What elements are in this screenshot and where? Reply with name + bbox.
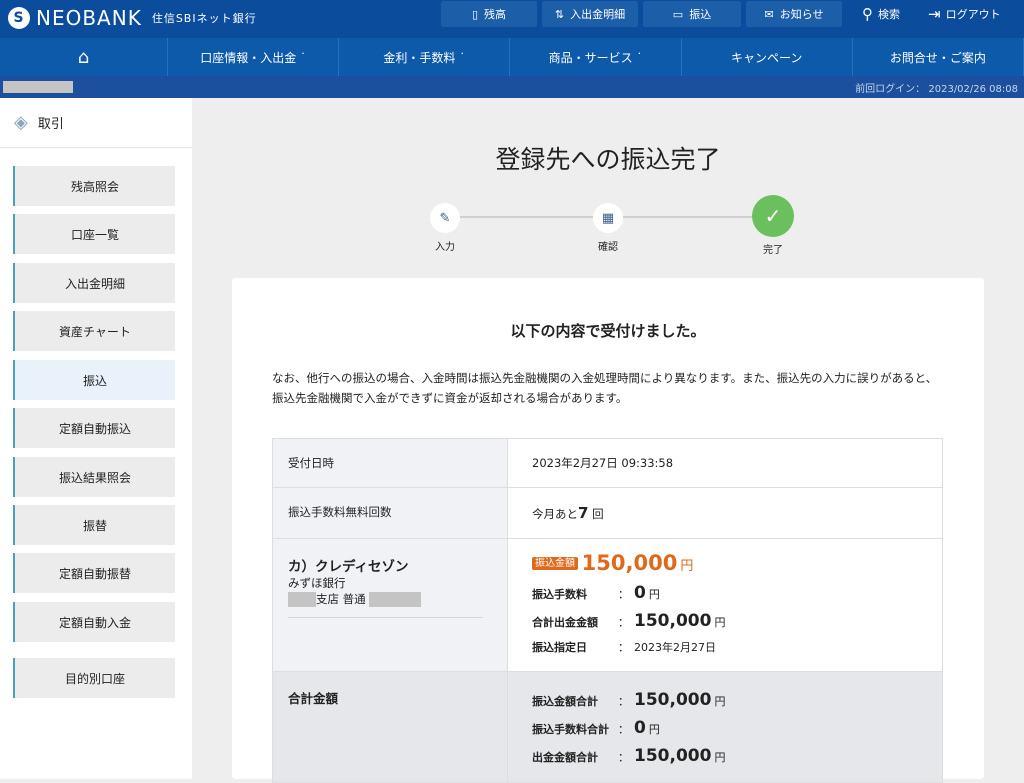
search-icon: ⚲ <box>862 5 873 23</box>
step-label: 確認 <box>598 242 618 253</box>
notice-text: なお、他行への振込の場合、入金時間は振込先金融機関の入金処理時間により異なります… <box>272 371 938 405</box>
notice-button[interactable]: ✉ お知らせ <box>746 1 842 27</box>
sidebar-item-internal[interactable]: 振替 <box>13 505 175 545</box>
statement-icon: ⇅ <box>554 7 565 21</box>
user-bar: 前回ログイン： 2023/02/26 08:08 <box>0 76 1024 98</box>
sum-label: 合計金額 <box>272 671 508 783</box>
check-icon: ✓ <box>752 195 794 237</box>
sum-info: 振込金額合計： 150,000 円 振込手数料合計： 0 円 出金金額合計： 150,00… <box>507 671 943 783</box>
phone-icon: ▯ <box>471 7 479 21</box>
date-label: 受付日時 <box>272 438 508 488</box>
logout-link[interactable]: ⇥ ログアウト <box>928 5 1001 23</box>
transfer-button[interactable]: ▭ 振込 <box>643 1 741 27</box>
sidebar-item-balance[interactable]: 残高照会 <box>13 166 175 206</box>
mail-icon: ✉ <box>764 7 774 21</box>
logo[interactable]: S NEOBANK 住信SBIネット銀行 <box>8 6 257 30</box>
nav-home[interactable]: ⌂ <box>0 38 168 76</box>
nav-contact[interactable]: お問合せ・ご案内 <box>853 38 1024 76</box>
step-label: 入力 <box>435 242 455 253</box>
transfer-details: 受付日時 2023年2月27日 09:33:58 振込手数料無料回数 今月あと7 回… <box>272 438 943 783</box>
payee-bank: みずほ銀行 <box>288 576 346 590</box>
amount-info: 振込金額 150,000 円 振込手数料： 0 円 合計出金金額： 150,000 円 振… <box>507 538 943 672</box>
home-icon: ⌂ <box>77 46 90 68</box>
sidebar-item-results[interactable]: 振込結果照会 <box>13 457 175 497</box>
last-login: 前回ログイン： 2023/02/26 08:08 <box>855 84 1018 95</box>
payee-account: 支店 普通 <box>288 591 492 607</box>
step-label: 完了 <box>763 245 783 256</box>
transfer-icon: ▭ <box>672 7 684 21</box>
sidebar-item-auto-internal[interactable]: 定額自動振替 <box>13 553 175 593</box>
balance-button[interactable]: ▯ 残高 <box>441 1 537 27</box>
free-label: 振込手数料無料回数 <box>272 487 508 539</box>
sidebar-header: ◈ 取引 <box>0 98 192 148</box>
nav-products[interactable]: 商品・サービス ˙ <box>510 38 682 76</box>
grid-icon: ▦ <box>593 203 623 233</box>
sidebar-item-auto-transfer[interactable]: 定額自動振込 <box>13 408 175 448</box>
date-value: 2023年2月27日 09:33:58 <box>507 438 943 488</box>
card-heading: 以下の内容で受付けました。 <box>510 322 706 340</box>
nav-account[interactable]: 口座情報・入出金 ˙ <box>168 38 340 76</box>
step-line <box>458 216 598 218</box>
main-nav: ⌂ 口座情報・入出金 ˙ 金利・手数料 ˙ 商品・サービス ˙ キャンペーン お… <box>0 38 1024 76</box>
logout-icon: ⇥ <box>928 5 941 23</box>
search-link[interactable]: ⚲ 検索 <box>862 5 900 23</box>
sidebar-item-transfer[interactable]: 振込 <box>13 360 175 400</box>
sidebar-item-statement[interactable]: 入出金明細 <box>13 263 175 303</box>
page-title: 登録先への振込完了 <box>495 145 721 174</box>
masked-username <box>3 81 73 93</box>
free-count: 今月あと7 回 <box>507 487 943 539</box>
statement-button[interactable]: ⇅ 入出金明細 <box>542 1 638 27</box>
pencil-icon: ✎ <box>430 203 460 233</box>
nav-rates[interactable]: 金利・手数料 ˙ <box>339 38 511 76</box>
sidebar-item-accounts[interactable]: 口座一覧 <box>13 214 175 254</box>
sidebar-item-chart[interactable]: 資産チャート <box>13 311 175 351</box>
payee-info: カ）クレディセゾン みずほ銀行 支店 普通 <box>272 538 508 672</box>
sidebar-item-goal[interactable]: 目的別口座 <box>13 658 175 698</box>
sidebar-item-auto-deposit[interactable]: 定額自動入金 <box>13 602 175 642</box>
transfer-amount: 150,000 <box>581 551 678 575</box>
step-line <box>622 216 756 218</box>
result-card: 以下の内容で受付けました。 なお、他行への振込の場合、入金時間は振込先金融機関の… <box>232 278 984 783</box>
handshake-icon: ◈ <box>14 112 28 133</box>
nav-campaign[interactable]: キャンペーン <box>682 38 853 76</box>
payee-name: カ）クレディセゾン <box>288 559 409 575</box>
top-header: S NEOBANK 住信SBIネット銀行 ▯ 残高 ⇅ 入出金明細 ▭ 振込 ✉ お知らせ … <box>0 0 1024 38</box>
